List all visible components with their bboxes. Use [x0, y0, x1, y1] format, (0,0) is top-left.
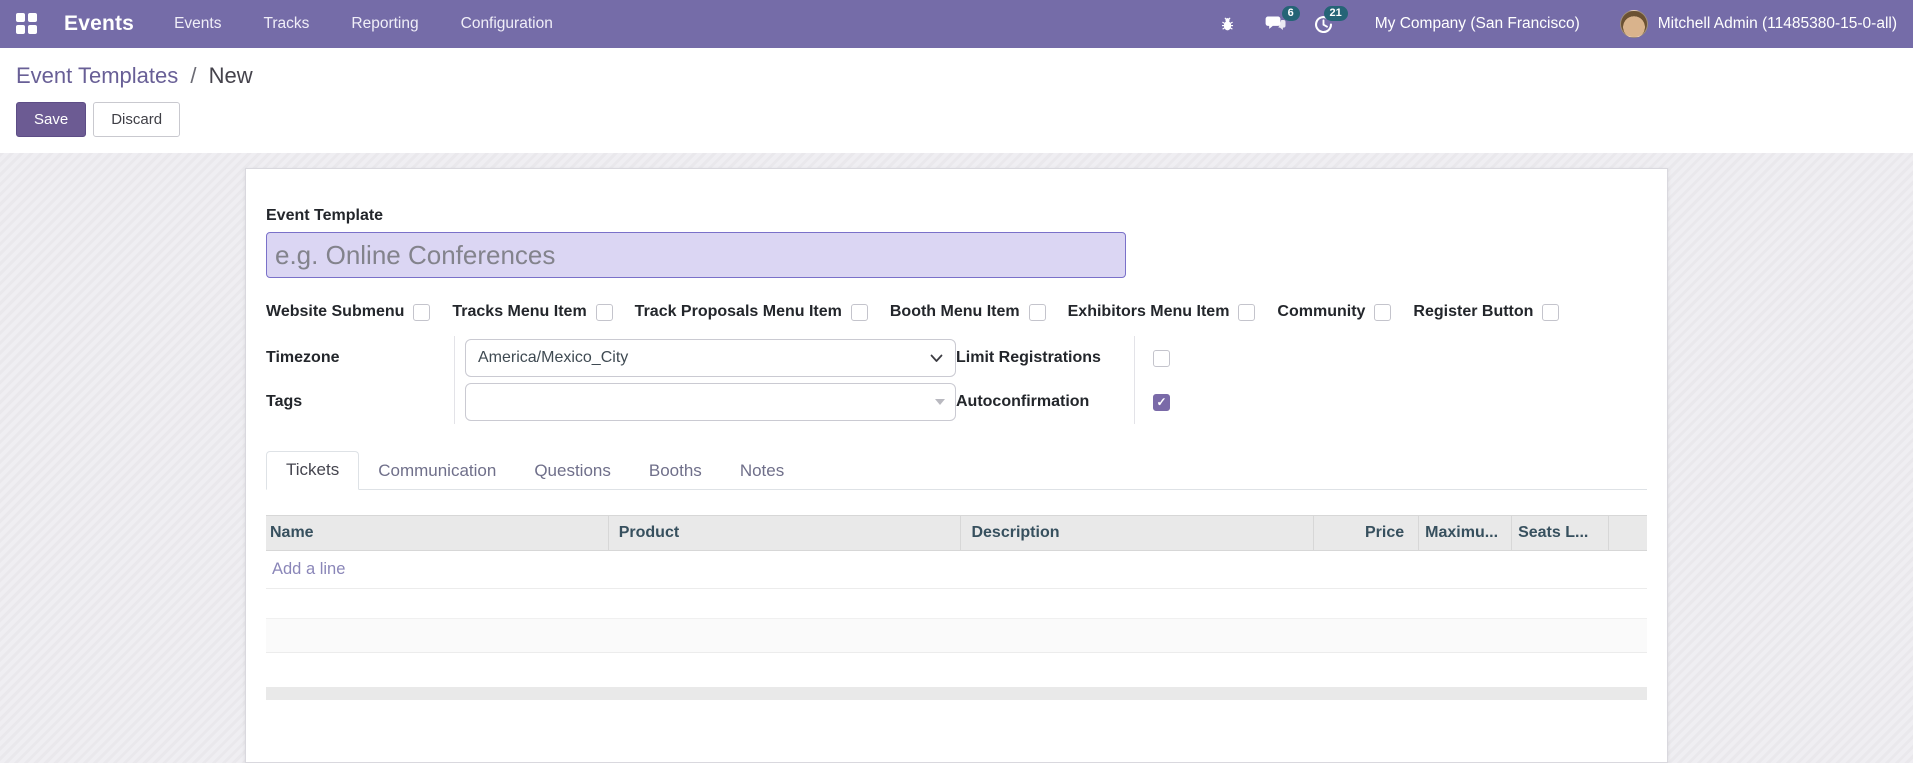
event-template-label: Event Template	[266, 207, 384, 224]
limit-registrations-label: Limit Registrations	[956, 349, 1101, 366]
systray: 6 21 My Company (San Francisco) Mitchell…	[1217, 6, 1897, 38]
website-submenu-label: Website Submenu	[266, 303, 405, 320]
app-brand[interactable]: Events	[64, 12, 134, 36]
bug-icon	[1222, 17, 1234, 31]
user-menu[interactable]: Mitchell Admin (11485380-15-0-all)	[1619, 10, 1897, 38]
register-button-checkbox[interactable]	[1542, 303, 1560, 321]
community-checkbox[interactable]	[1374, 303, 1392, 321]
event-template-field: Event Template	[266, 206, 1647, 278]
tags-input[interactable]	[465, 383, 956, 421]
tab-questions[interactable]: Questions	[515, 453, 630, 490]
user-avatar	[1619, 10, 1648, 38]
tab-communication[interactable]: Communication	[359, 453, 515, 490]
autoconfirmation-label: Autoconfirmation	[956, 393, 1090, 410]
form-groups: Timezone America/Mexico_City Tags Limit …	[266, 336, 1647, 424]
menu-configuration[interactable]: Configuration	[461, 15, 553, 33]
community-label: Community	[1277, 303, 1366, 320]
autoconfirmation-row: Autoconfirmation	[956, 380, 1647, 424]
menu-tracks[interactable]: Tracks	[263, 15, 309, 33]
breadcrumb-current: New	[208, 63, 253, 88]
community-option: Community	[1277, 303, 1392, 321]
discard-button[interactable]: Discard	[93, 102, 181, 137]
limit-registrations-row: Limit Registrations	[956, 336, 1647, 380]
dropdown-caret-icon	[935, 399, 945, 405]
debug-bug-icon[interactable]	[1217, 13, 1239, 35]
add-a-line-link[interactable]: Add a line	[272, 560, 345, 579]
timezone-label: Timezone	[266, 349, 340, 366]
menu-events[interactable]: Events	[174, 15, 221, 33]
track-proposals-checkbox[interactable]	[850, 303, 868, 321]
messages-badge: 6	[1281, 6, 1300, 21]
exhibitors-menu-item-checkbox[interactable]	[1238, 303, 1256, 321]
tracks-menu-item-checkbox[interactable]	[595, 303, 613, 321]
booth-menu-item-option: Booth Menu Item	[890, 303, 1046, 321]
column-name[interactable]: Name	[266, 516, 609, 550]
tags-row: Tags	[266, 380, 956, 424]
user-name: Mitchell Admin (11485380-15-0-all)	[1657, 15, 1897, 32]
add-line-row: Add a line	[266, 551, 1647, 589]
activities-systray[interactable]: 21	[1313, 6, 1348, 35]
timezone-select[interactable]: America/Mexico_City	[465, 339, 956, 377]
breadcrumb-event-templates[interactable]: Event Templates	[16, 63, 178, 88]
column-seats-left[interactable]: Seats L...	[1512, 516, 1610, 550]
right-group: Limit Registrations Autoconfirmation	[956, 336, 1647, 424]
track-proposals-label: Track Proposals Menu Item	[634, 303, 842, 320]
top-navbar: Events Events Tracks Reporting Configura…	[0, 0, 1913, 48]
website-submenu-checkbox[interactable]	[413, 303, 431, 321]
register-button-label: Register Button	[1413, 303, 1534, 320]
tags-label: Tags	[266, 393, 303, 410]
main-menu: Events Tracks Reporting Configuration	[174, 15, 553, 33]
empty-row	[266, 618, 1647, 653]
menu-reporting[interactable]: Reporting	[351, 15, 418, 33]
track-proposals-option: Track Proposals Menu Item	[635, 303, 868, 321]
empty-space	[266, 653, 1647, 687]
register-button-option: Register Button	[1413, 303, 1560, 321]
tab-booths[interactable]: Booths	[630, 453, 721, 490]
tracks-menu-item-label: Tracks Menu Item	[452, 303, 587, 320]
event-template-input[interactable]	[266, 232, 1126, 278]
company-switcher[interactable]: My Company (San Francisco)	[1375, 15, 1580, 33]
limit-registrations-checkbox[interactable]	[1153, 349, 1170, 367]
tickets-header-row: Name Product Description Price Maximu...…	[266, 515, 1647, 551]
column-maximum[interactable]: Maximu...	[1419, 516, 1513, 550]
horizontal-scrollbar[interactable]	[266, 687, 1647, 700]
column-price[interactable]: Price	[1314, 516, 1420, 550]
column-extra	[1609, 516, 1647, 550]
chevron-down-icon	[930, 354, 943, 362]
control-panel-buttons: Save Discard	[16, 102, 1897, 137]
timezone-value: America/Mexico_City	[478, 349, 629, 366]
tracks-menu-item-option: Tracks Menu Item	[452, 303, 613, 321]
save-button[interactable]: Save	[16, 102, 87, 137]
breadcrumb: Event Templates / New	[16, 63, 1897, 89]
content-background: Event Template Website Submenu Tracks Me…	[0, 153, 1913, 763]
tab-tickets[interactable]: Tickets	[266, 451, 360, 490]
notebook-tabs: Tickets Communication Questions Booths N…	[266, 451, 1647, 490]
autoconfirmation-checkbox[interactable]	[1153, 393, 1170, 411]
messages-systray[interactable]: 6	[1265, 6, 1300, 35]
website-submenu-option: Website Submenu	[266, 303, 431, 321]
activities-badge: 21	[1323, 6, 1348, 21]
tab-notes[interactable]: Notes	[721, 453, 803, 490]
timezone-row: Timezone America/Mexico_City	[266, 336, 956, 380]
tickets-list: Name Product Description Price Maximu...…	[266, 515, 1647, 700]
options-checkbox-row: Website Submenu Tracks Menu Item Track P…	[266, 302, 1647, 322]
breadcrumb-separator: /	[190, 63, 197, 88]
apps-grid-icon[interactable]	[16, 13, 38, 35]
exhibitors-menu-item-option: Exhibitors Menu Item	[1068, 303, 1256, 321]
exhibitors-menu-item-label: Exhibitors Menu Item	[1067, 303, 1230, 320]
column-product[interactable]: Product	[609, 516, 962, 550]
empty-space	[266, 589, 1647, 618]
column-description[interactable]: Description	[961, 516, 1315, 550]
left-group: Timezone America/Mexico_City Tags	[266, 336, 956, 424]
booth-menu-item-checkbox[interactable]	[1028, 303, 1046, 321]
form-sheet: Event Template Website Submenu Tracks Me…	[245, 168, 1668, 763]
control-panel: Event Templates / New Save Discard	[0, 48, 1913, 153]
booth-menu-item-label: Booth Menu Item	[889, 303, 1020, 320]
